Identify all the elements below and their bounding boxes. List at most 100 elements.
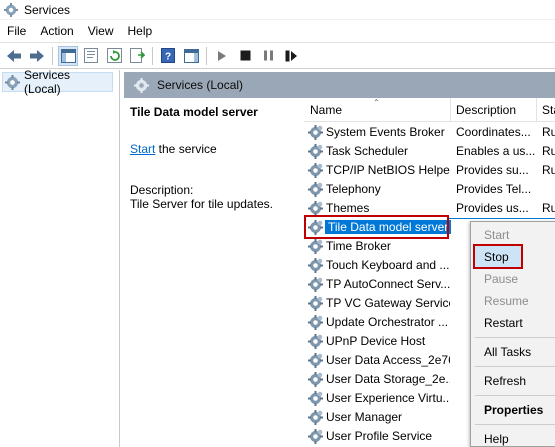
service-description: Coordinates...	[456, 125, 531, 139]
service-status: Ru	[542, 163, 555, 177]
service-gear-icon	[308, 144, 323, 159]
service-description: Enables a us...	[456, 144, 536, 158]
stop-service-button[interactable]	[235, 46, 255, 66]
description-text: Tile Server for tile updates.	[130, 197, 273, 211]
service-gear-icon	[308, 296, 323, 311]
svg-text:?: ?	[165, 52, 171, 63]
context-menu-all-tasks[interactable]: All Tasks	[471, 341, 555, 363]
start-service-line: Start the service	[130, 142, 298, 156]
selected-service-title: Tile Data model server	[130, 105, 258, 119]
context-menu-separator	[475, 366, 555, 367]
pause-service-button[interactable]	[258, 46, 278, 66]
service-description: Provides us...	[456, 201, 529, 215]
context-menu-restart[interactable]: Restart	[471, 312, 555, 334]
toolbar-separator	[206, 46, 207, 65]
service-gear-icon	[308, 410, 323, 425]
service-row[interactable]: TCP/IP NetBIOS Helper Provides su... Ru	[304, 161, 555, 180]
menu-bar: File Action View Help	[0, 20, 555, 42]
context-menu-help[interactable]: Help	[471, 428, 555, 447]
properties-sheet-icon	[84, 48, 98, 63]
pane-header: Services (Local)	[124, 72, 555, 98]
service-name: TP VC Gateway Service	[326, 296, 450, 310]
service-name: User Data Access_2e76f	[326, 353, 450, 367]
service-name: User Manager	[326, 410, 403, 424]
menu-help[interactable]: Help	[121, 24, 160, 38]
service-gear-icon	[308, 353, 323, 368]
console-tree-icon	[60, 48, 76, 63]
context-menu-properties[interactable]: Properties	[471, 399, 555, 421]
context-menu-separator	[475, 395, 555, 396]
arrow-right-icon	[30, 49, 44, 62]
column-separator[interactable]	[536, 98, 537, 122]
menu-file[interactable]: File	[0, 24, 33, 38]
selected-row-highlight-box	[304, 215, 449, 239]
service-gear-icon	[308, 277, 323, 292]
arrow-left-icon	[7, 49, 21, 62]
service-status: Ru	[542, 201, 555, 215]
service-gear-icon	[308, 125, 323, 140]
toolbar-separator	[152, 46, 153, 65]
export-list-button[interactable]	[127, 46, 147, 66]
context-menu-pause[interactable]: Pause	[471, 268, 555, 290]
restart-service-button[interactable]	[281, 46, 301, 66]
help-book-icon: ?	[161, 48, 175, 63]
start-service-suffix: the service	[155, 142, 217, 156]
service-name: Telephony	[326, 182, 381, 196]
service-row[interactable]: System Events Broker Coordinates... Ru	[304, 123, 555, 142]
properties-toolbar-button[interactable]	[81, 46, 101, 66]
toolbar-separator	[52, 46, 53, 65]
service-status: Ru	[542, 125, 555, 139]
window-title: Services	[24, 2, 71, 17]
forward-button[interactable]	[27, 46, 47, 66]
service-gear-icon	[308, 372, 323, 387]
column-header-description[interactable]: Description	[456, 103, 516, 117]
service-name: User Data Storage_2e...	[326, 372, 450, 386]
context-menu-separator	[475, 337, 555, 338]
start-service-button[interactable]	[212, 46, 232, 66]
service-gear-icon	[308, 334, 323, 349]
column-header-status[interactable]: Sta	[542, 103, 555, 117]
toolbar: ?	[0, 42, 555, 69]
show-console-tree-button[interactable]	[58, 45, 78, 66]
menu-action[interactable]: Action	[33, 24, 80, 38]
service-name: Touch Keyboard and ...	[326, 258, 450, 272]
service-status: Ru	[542, 144, 555, 158]
start-service-link[interactable]: Start	[130, 142, 155, 156]
refresh-icon	[106, 48, 122, 63]
console-tree: Services (Local)	[0, 68, 120, 447]
pane-header-title: Services (Local)	[157, 78, 244, 92]
services-gear-icon	[134, 77, 149, 93]
service-gear-icon	[308, 182, 323, 197]
tree-node-label: Services (Local)	[24, 68, 71, 96]
action-pane-icon	[183, 48, 199, 63]
tree-node-services-local[interactable]: Services (Local)	[2, 68, 113, 96]
service-name: User Profile Service	[326, 429, 433, 443]
column-header-row: ⌃ Name Description Sta	[304, 98, 555, 122]
context-menu-stop-highlight[interactable]: Stop	[473, 244, 523, 269]
column-separator[interactable]	[450, 98, 451, 122]
back-button[interactable]	[4, 46, 24, 66]
help-toolbar-button[interactable]: ?	[158, 46, 178, 66]
service-name: Task Scheduler	[326, 144, 409, 158]
service-name: TP AutoConnect Serv...	[326, 277, 450, 291]
menu-view[interactable]: View	[81, 24, 121, 38]
show-action-pane-button[interactable]	[181, 46, 201, 66]
export-list-icon	[129, 48, 145, 63]
service-gear-icon	[308, 163, 323, 178]
column-header-name[interactable]: Name	[310, 103, 342, 117]
service-name: TCP/IP NetBIOS Helper	[326, 163, 450, 177]
selected-row-underline	[449, 218, 555, 219]
context-menu-resume[interactable]: Resume	[471, 290, 555, 312]
context-menu-stop-label: Stop	[484, 250, 509, 264]
service-row[interactable]: Task Scheduler Enables a us... Ru	[304, 142, 555, 161]
services-gear-icon	[4, 2, 18, 17]
service-row[interactable]: Telephony Provides Tel...	[304, 180, 555, 199]
context-menu-start[interactable]: Start	[471, 224, 555, 246]
service-description: Provides su...	[456, 163, 529, 177]
play-icon	[218, 50, 226, 61]
context-menu-refresh[interactable]: Refresh	[471, 370, 555, 392]
restart-icon	[285, 50, 297, 61]
service-name: UPnP Device Host	[326, 334, 426, 348]
refresh-toolbar-button[interactable]	[104, 46, 124, 66]
service-name: System Events Broker	[326, 125, 445, 139]
